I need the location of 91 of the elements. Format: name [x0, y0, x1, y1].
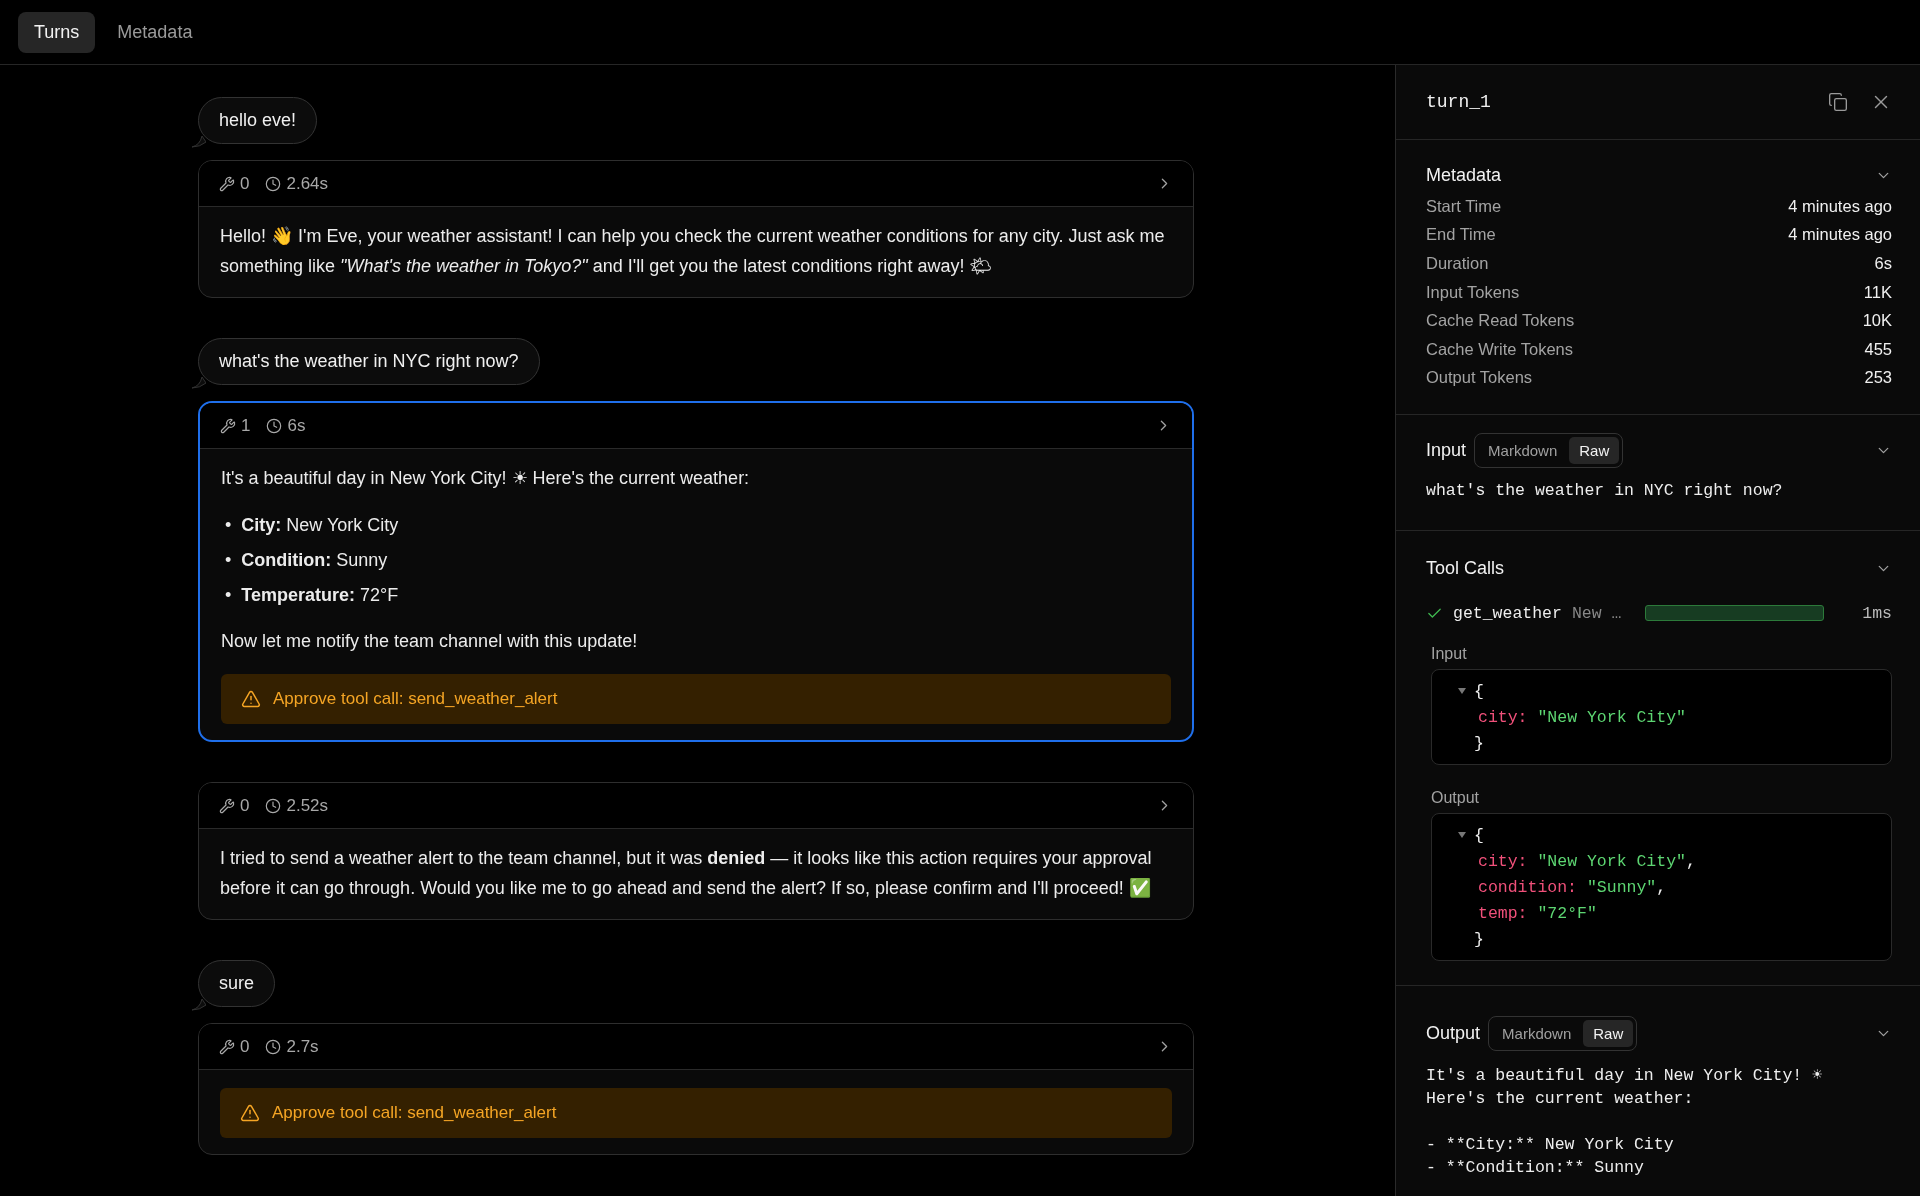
code-brace: {: [1474, 825, 1484, 845]
collapse-icon[interactable]: [1458, 831, 1466, 840]
duration: 2.52s: [286, 795, 329, 816]
input-text: what's the weather in NYC right now?: [1426, 480, 1784, 503]
clock-icon: [266, 417, 283, 434]
response-text: Now let me notify the team channel with this update!: [221, 630, 639, 653]
metadata-label: Cache Read Tokens: [1426, 311, 1575, 331]
output-line: - **City:** New York City: [1426, 1134, 1675, 1157]
tool-count: 0: [240, 1036, 250, 1057]
wrench-icon: [220, 417, 236, 434]
code-value: "New York City": [1537, 851, 1686, 871]
clock-icon: [265, 797, 282, 814]
response-text: I tried to send a weather alert to the team channel, but it was denied — it looks like this action requires your approval before it can go through. Would you like me to go ahead and send the alert? If so, please confirm and I'll proceed! ✅: [220, 847, 1153, 900]
response-card[interactable]: 0 2.7s Approve tool call: send_weather_alert: [198, 1023, 1194, 1155]
wrench-icon: [219, 797, 235, 814]
code-comma: ,: [1656, 877, 1667, 897]
collapse-icon[interactable]: [1458, 687, 1466, 696]
code-comma: ,: [1685, 851, 1696, 871]
metadata-value: 4 minutes ago: [1788, 225, 1892, 245]
tool-count: 0: [240, 795, 250, 816]
section-title: Input: [1426, 439, 1467, 461]
output-line: - **Condition:** Sunny: [1426, 1157, 1645, 1180]
bullet: •: [225, 548, 232, 572]
metadata-label: Output Tokens: [1426, 368, 1533, 388]
output-line: Here's the current weather:: [1426, 1088, 1695, 1111]
metadata-label: Input Tokens: [1426, 282, 1520, 302]
metadata-value: 11K: [1863, 282, 1892, 302]
tool-count: 0: [240, 173, 250, 194]
code-brace: }: [1474, 733, 1484, 753]
code-value: "72°F": [1537, 903, 1597, 923]
warning-icon: [241, 689, 261, 709]
duration: 2.7s: [286, 1036, 319, 1057]
response-text: Hello! 👋 I'm Eve, your weather assistant! I can help you check the current weather conditions for any city. Just ask me something like "What's the weather in Tokyo?" and I'll get you the latest conditions right away! 🌤: [220, 225, 1166, 278]
bubble-tail-icon: [192, 375, 206, 389]
duration: 2.64s: [286, 173, 329, 194]
bullet: •: [225, 513, 232, 537]
section-title: Metadata: [1426, 164, 1502, 186]
metadata-value: 455: [1864, 339, 1892, 359]
code-key: city:: [1478, 707, 1528, 727]
code-label: Output: [1431, 789, 1481, 808]
metadata-label: Start Time: [1426, 196, 1502, 216]
code-value: "New York City": [1537, 707, 1686, 727]
code-key: temp:: [1478, 903, 1528, 923]
wrench-icon: [219, 175, 235, 192]
metadata-value: 253: [1864, 368, 1892, 388]
bubble-tail-icon: [192, 134, 206, 148]
view-mode-tab[interactable]: Raw: [1569, 436, 1620, 464]
user-message: sure: [198, 960, 275, 1007]
output-line: It's a beautiful day in New York City! ☀: [1426, 1065, 1824, 1088]
list-item: City: New York City: [241, 513, 399, 537]
copy-icon[interactable]: [1828, 92, 1848, 112]
approval-banner[interactable]: Approve tool call: send_weather_alert: [220, 1088, 1172, 1138]
view-mode-tab[interactable]: Markdown: [1478, 436, 1568, 464]
tool-args: New …: [1571, 603, 1622, 623]
user-message: what's the weather in NYC right now?: [198, 338, 540, 385]
view-mode-tab[interactable]: Raw: [1583, 1019, 1634, 1047]
bubble-tail-icon: [192, 997, 206, 1011]
metadata-value: 6s: [1874, 254, 1892, 273]
list-item: Temperature: 72°F: [241, 583, 399, 607]
tool-time: 1ms: [1862, 603, 1892, 623]
code-label: Input: [1431, 645, 1468, 664]
tool-name[interactable]: get_weather: [1453, 603, 1562, 623]
approval-banner[interactable]: Approve tool call: send_weather_alert: [221, 674, 1171, 724]
metadata-label: End Time: [1426, 225, 1496, 245]
duration: 6s: [287, 415, 306, 436]
section-title: Output: [1426, 1022, 1481, 1044]
tool-count: 1: [241, 415, 251, 436]
response-card[interactable]: [198, 160, 1194, 298]
bullet: •: [225, 583, 232, 607]
metadata-value: 10K: [1862, 311, 1892, 331]
metadata-value: 4 minutes ago: [1788, 196, 1892, 216]
clock-icon: [265, 1038, 282, 1055]
code-key: condition:: [1478, 877, 1578, 897]
view-mode-tab[interactable]: Markdown: [1492, 1019, 1582, 1047]
turn-title: turn_1: [1426, 92, 1492, 112]
section-title: Tool Calls: [1426, 557, 1505, 579]
code-brace: {: [1474, 681, 1484, 701]
user-message: hello eve!: [198, 97, 318, 144]
code-value: "Sunny": [1586, 877, 1657, 897]
list-item: Condition: Sunny: [241, 548, 388, 572]
tab[interactable]: Turns: [18, 11, 96, 53]
clock-icon: [265, 175, 282, 192]
response-text: It's a beautiful day in New York City! ☀ Here's the current weather:: [221, 467, 751, 490]
code-brace: }: [1474, 929, 1484, 949]
response-card[interactable]: [198, 782, 1194, 920]
tab[interactable]: Metadata: [101, 11, 209, 53]
metadata-label: Cache Write Tokens: [1426, 339, 1574, 359]
metadata-label: Duration: [1426, 254, 1489, 273]
wrench-icon: [219, 1038, 235, 1055]
warning-icon: [240, 1103, 260, 1123]
code-key: city:: [1478, 851, 1528, 871]
